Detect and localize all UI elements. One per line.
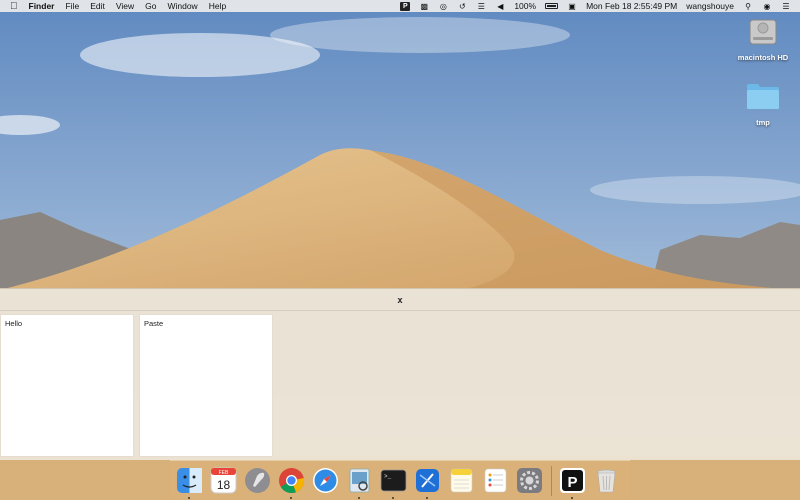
trash-icon: [597, 469, 616, 493]
menu-edit[interactable]: Edit: [90, 1, 105, 11]
desktop-icon-macintosh-hd[interactable]: macintosh HD: [733, 16, 793, 62]
dock-notes[interactable]: [447, 466, 476, 495]
dock-finder[interactable]: [175, 466, 204, 499]
chat-bubbles-icon[interactable]: ▩: [419, 2, 429, 11]
close-button[interactable]: x: [397, 295, 402, 305]
paste-app-icon[interactable]: P: [400, 1, 411, 11]
dock-paste[interactable]: P: [558, 466, 587, 499]
menu-help[interactable]: Help: [209, 1, 226, 11]
dock-reminders[interactable]: [481, 466, 510, 495]
rocket-icon: [245, 468, 270, 493]
clip-card-text: Hello: [5, 319, 23, 328]
search-icon[interactable]: ⚲: [743, 2, 753, 11]
chrome-icon: [279, 468, 305, 494]
terminal-prompt: >_: [384, 473, 392, 480]
dock-chrome[interactable]: [277, 466, 306, 499]
time-machine-icon[interactable]: ↺: [457, 2, 467, 11]
panel-header: x: [0, 289, 800, 311]
safari-icon: [313, 468, 338, 493]
running-indicator: [571, 497, 573, 499]
paste-icon: P: [560, 468, 585, 493]
dock-trash[interactable]: [592, 466, 621, 495]
menu-view[interactable]: View: [116, 1, 134, 11]
username[interactable]: wangshouye: [686, 1, 734, 11]
wifi-icon[interactable]: ☰: [476, 2, 486, 11]
desktop-icon-tmp[interactable]: tmp: [733, 82, 793, 127]
apple-icon[interactable]: : [10, 1, 18, 12]
dock-preview[interactable]: [345, 466, 374, 499]
xcode-icon: [416, 469, 439, 492]
desktop-icon-label: tmp: [756, 118, 770, 127]
reminders-icon: [484, 468, 507, 493]
terminal-icon: >_: [380, 469, 407, 492]
dock-system-preferences[interactable]: [515, 466, 544, 495]
siri-icon[interactable]: ◉: [762, 2, 772, 11]
menu-bar:  Finder File Edit View Go Window Help P…: [0, 0, 800, 12]
preview-icon: [349, 468, 370, 493]
menu-go[interactable]: Go: [145, 1, 156, 11]
calendar-month: FEB: [219, 470, 229, 476]
running-indicator: [426, 497, 428, 499]
hard-drive-icon: [749, 19, 777, 45]
calendar-icon: FEB 18: [210, 467, 237, 494]
notes-icon: [450, 468, 473, 493]
menu-app-name[interactable]: Finder: [29, 1, 55, 11]
running-indicator: [290, 497, 292, 499]
running-indicator: [188, 497, 190, 499]
battery-icon[interactable]: [545, 3, 559, 9]
clip-card-list: Hello Paste: [0, 314, 278, 457]
volume-icon[interactable]: ◀: [495, 2, 505, 11]
running-indicator: [358, 497, 360, 499]
desktop-icon-label: macintosh HD: [737, 53, 789, 62]
s-app-icon[interactable]: ▣: [567, 2, 577, 11]
running-indicator: [392, 497, 394, 499]
eye-icon[interactable]: ◎: [438, 2, 448, 11]
menu-file[interactable]: File: [65, 1, 79, 11]
clock[interactable]: Mon Feb 18 2:55:49 PM: [586, 1, 677, 11]
dock-safari[interactable]: [311, 466, 340, 495]
gear-icon: [517, 468, 542, 493]
dock-launchpad[interactable]: [243, 466, 272, 495]
clipboard-panel: x Hello Paste: [0, 288, 800, 460]
dock-xcode[interactable]: [413, 466, 442, 499]
paste-letter: P: [567, 474, 577, 491]
folder-icon: [747, 84, 779, 109]
dock-separator: [551, 465, 552, 496]
dock: FEB 18 >_ P: [170, 460, 630, 500]
dock-calendar[interactable]: FEB 18: [209, 466, 238, 495]
menu-window[interactable]: Window: [167, 1, 197, 11]
clip-card[interactable]: Hello: [0, 314, 134, 457]
dock-terminal[interactable]: >_: [379, 466, 408, 499]
clip-card[interactable]: Paste: [139, 314, 273, 457]
battery-percent[interactable]: 100%: [514, 1, 536, 11]
finder-icon: [177, 468, 202, 493]
clip-card-text: Paste: [144, 319, 164, 328]
notification-center-icon[interactable]: ☰: [781, 2, 791, 11]
calendar-day: 18: [217, 478, 231, 492]
